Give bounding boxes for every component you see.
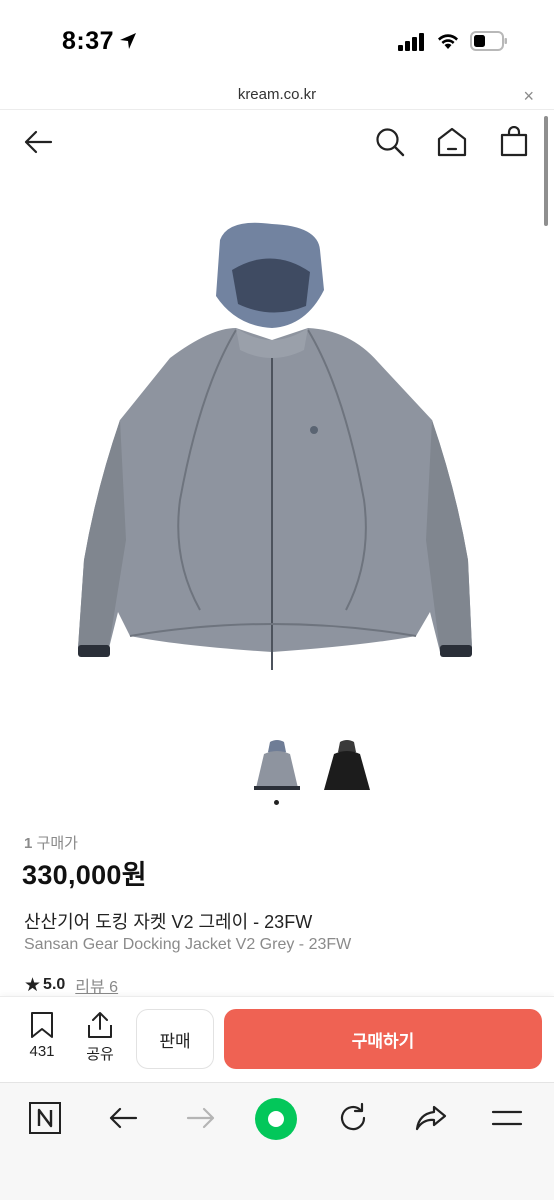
product-name-english: Sansan Gear Docking Jacket V2 Grey - 23F…	[24, 936, 352, 953]
thumbnail-strip	[0, 730, 554, 810]
scrollbar[interactable]	[544, 116, 548, 226]
status-time: 8:37	[62, 27, 138, 58]
bookmark-count: 431	[29, 1043, 55, 1060]
share-forward-icon[interactable]	[414, 1101, 448, 1135]
back-icon[interactable]	[106, 1101, 140, 1135]
status-time-text: 8:37	[62, 27, 115, 55]
green-home-icon[interactable]	[254, 1097, 298, 1141]
back-arrow-icon[interactable]	[22, 126, 54, 158]
close-icon[interactable]: ×	[523, 86, 534, 107]
wifi-icon	[438, 34, 458, 49]
shopping-bag-icon[interactable]	[498, 126, 530, 158]
product-name-korean: 산산기어 도킹 자켓 V2 그레이 - 23FW	[24, 912, 313, 932]
app-header	[0, 112, 554, 176]
location-arrow-icon	[118, 29, 138, 58]
trade-count: 1 구매가	[24, 832, 78, 853]
buy-button[interactable]: 구매하기	[224, 1009, 542, 1069]
menu-icon[interactable]	[490, 1101, 524, 1135]
share-icon	[88, 1012, 112, 1038]
thumbnail-indicator-dot	[274, 800, 279, 805]
forward-icon[interactable]	[184, 1101, 218, 1135]
sell-button[interactable]: 판매	[136, 1009, 214, 1069]
action-bar: 431 공유 판매 구매하기	[0, 996, 554, 1082]
home-icon[interactable]	[436, 126, 468, 158]
price: 330,000원	[22, 860, 147, 890]
browser-toolbar	[0, 1082, 554, 1200]
refresh-icon[interactable]	[336, 1101, 370, 1135]
cellular-signal-icon	[398, 33, 424, 51]
thumbnail-grey[interactable]	[250, 736, 304, 796]
search-icon[interactable]	[374, 126, 406, 158]
bookmark-button[interactable]: 431	[22, 1011, 62, 1060]
bookmark-icon	[31, 1012, 53, 1038]
naver-n-icon[interactable]	[28, 1101, 62, 1135]
star-icon: ★	[24, 974, 42, 996]
product-photo[interactable]	[60, 200, 494, 690]
rating-row: ★ 5.0 리뷰 6	[24, 973, 118, 997]
url-text[interactable]: kream.co.kr	[0, 86, 554, 103]
trade-count-value: 1	[24, 835, 33, 852]
review-link[interactable]: 리뷰 6	[75, 973, 118, 997]
browser-url-bar[interactable]: kream.co.kr ×	[0, 80, 554, 110]
battery-icon	[470, 31, 507, 51]
trade-count-label: 구매가	[36, 835, 78, 852]
thumbnail-black[interactable]	[320, 736, 374, 796]
rating-value: 5.0	[43, 976, 66, 993]
status-bar: 8:37	[0, 0, 554, 80]
share-button[interactable]: 공유	[80, 1011, 120, 1064]
share-label: 공유	[86, 1046, 114, 1063]
